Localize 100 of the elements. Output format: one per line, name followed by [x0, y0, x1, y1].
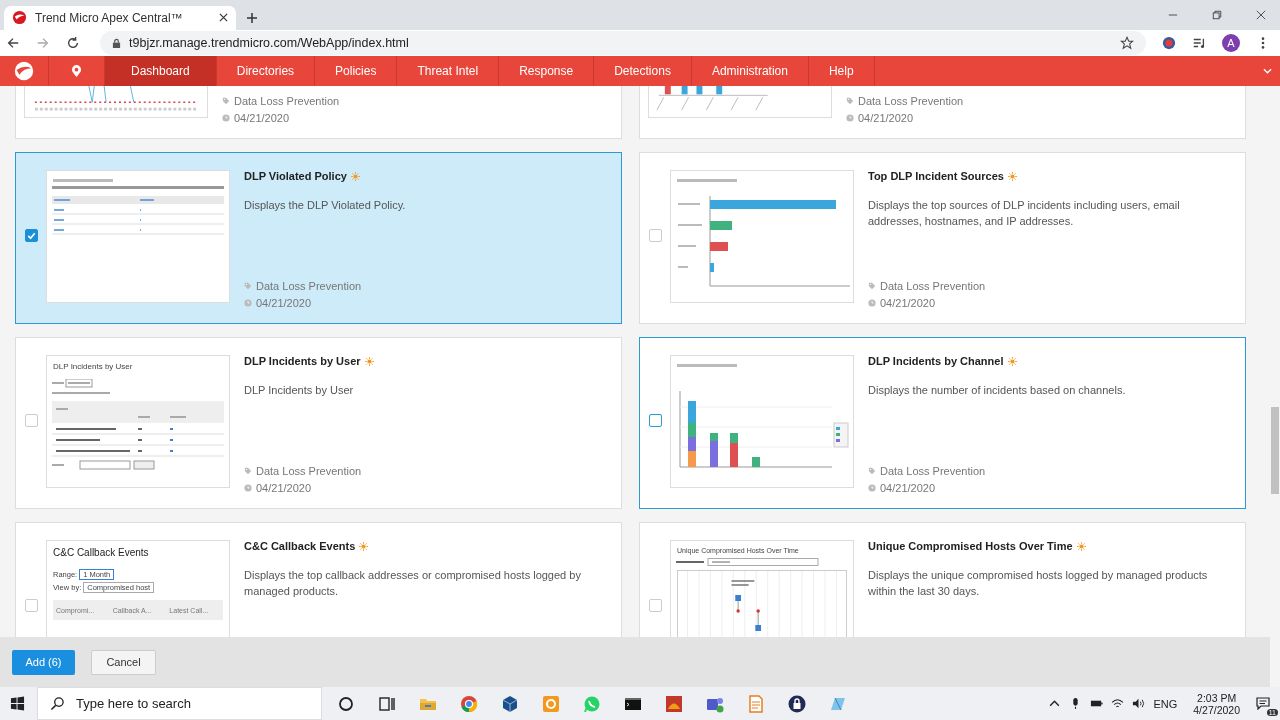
widget-card[interactable]: DLP Incidents by User DLP Incidents by User DLP Incidents by User Data Loss Prevention 04/21/2020	[15, 337, 622, 509]
chrome-browser-icon[interactable]	[459, 693, 479, 714]
speaker-icon[interactable]	[1132, 697, 1146, 710]
title-placeholder-line	[677, 179, 737, 182]
date-label: 04/21/2020	[256, 482, 312, 494]
nav-tab[interactable]: Dashboard	[105, 56, 217, 86]
checkbox[interactable]	[25, 414, 38, 427]
profile-avatar[interactable]: A	[1222, 34, 1240, 52]
logo-icon[interactable]	[13, 60, 35, 83]
url-text: t9bjzr.manage.trendmicro.com/WebApp/index.html	[129, 36, 409, 50]
widget-card[interactable]: Top DLP Incident Sources Displays the top sources of DLP incidents including users, email addresses, hostnames, and IP addresses. Data Loss Prevention 04/21/2020	[639, 152, 1246, 324]
notification-icon[interactable]	[1256, 695, 1270, 710]
category-label: Data Loss Prevention	[880, 280, 986, 292]
cube-icon[interactable]	[500, 693, 520, 714]
date-label: 04/21/2020	[880, 297, 936, 309]
widget-description: Displays the DLP Violated Policy.	[244, 198, 407, 213]
widget-description: Displays the unique compromised hosts logged by managed products within the last 30 days.	[868, 568, 1209, 599]
close-icon[interactable]	[219, 13, 228, 23]
widget-card[interactable]: DLP Incidents by Channel Displays the number of incidents based on channels. Data Loss Prevention 04/21/2020	[639, 337, 1246, 509]
widget-card[interactable]: Data Loss Prevention 04/21/2020	[15, 86, 622, 139]
chevron-down-icon[interactable]	[1263, 68, 1272, 75]
cancel-button[interactable]: Cancel	[91, 649, 156, 675]
clock-icon	[244, 484, 252, 492]
category-label: Data Loss Prevention	[234, 95, 340, 107]
category-label: Data Loss Prevention	[880, 465, 986, 477]
back-icon[interactable]	[6, 36, 20, 50]
sun-icon	[359, 541, 369, 551]
tab-title: Trend Micro Apex Central™	[35, 10, 184, 25]
bookmark-star-icon[interactable]	[1120, 36, 1134, 50]
address-field[interactable]: t9bjzr.manage.trendmicro.com/WebApp/index.html	[100, 31, 1146, 55]
date-label: 04/21/2020	[880, 482, 936, 494]
close-icon[interactable]	[1256, 9, 1266, 20]
widget-title: Top DLP Incident Sources	[868, 170, 1004, 182]
widget-title: Unique Compromised Hosts Over Time	[868, 540, 1073, 552]
tag-icon	[222, 97, 230, 105]
tag-icon	[868, 282, 876, 290]
windows-start-icon[interactable]	[10, 696, 25, 711]
extension-icon[interactable]	[1162, 36, 1176, 50]
lock-icon	[112, 37, 121, 49]
chart-bar	[710, 263, 714, 272]
tag-icon	[244, 282, 252, 290]
sun-icon	[350, 171, 360, 181]
tag-icon	[868, 467, 876, 475]
clock-icon	[868, 299, 876, 307]
browser-tab[interactable]: Trend Micro Apex Central™	[4, 5, 236, 30]
add-button[interactable]: Add (6)	[12, 649, 75, 675]
widget-card[interactable]: Data Loss Prevention 04/21/2020	[639, 86, 1246, 139]
category-label: Data Loss Prevention	[858, 95, 964, 107]
chart-bar	[710, 242, 728, 251]
restore-icon[interactable]	[1212, 9, 1222, 20]
chart-legend	[833, 422, 849, 448]
widget-description: DLP Incidents by User	[244, 383, 355, 398]
clock-date[interactable]: 4/27/2020	[1193, 703, 1240, 716]
tag-icon	[846, 97, 854, 105]
checkbox[interactable]	[649, 414, 662, 427]
date-label: 04/21/2020	[256, 297, 312, 309]
checkbox[interactable]	[25, 229, 38, 242]
chart-bar	[710, 221, 732, 230]
category-label: Data Loss Prevention	[256, 465, 362, 477]
clock-icon	[222, 114, 230, 122]
date-label: 04/21/2020	[234, 112, 290, 124]
reload-icon[interactable]	[66, 36, 80, 50]
widget-card[interactable]: DLP Violated Policy Displays the DLP Violated Policy. Data Loss Prevention 04/21/2020	[15, 152, 622, 324]
widget-description: Displays the number of incidents based on channels.	[868, 383, 1127, 398]
preview-title: C&C Callback Events	[52, 546, 150, 560]
stacked-bar	[710, 433, 718, 467]
padlock-icon[interactable]	[787, 693, 807, 714]
sun-icon	[1007, 171, 1017, 181]
stacked-bar	[730, 433, 738, 467]
widget-title: DLP Incidents by User	[244, 355, 361, 367]
checkbox[interactable]	[649, 599, 662, 612]
widget-title: C&C Callback Events	[244, 540, 356, 552]
sun-icon	[364, 356, 374, 366]
logo-icon	[12, 10, 27, 26]
category-label: Data Loss Prevention	[256, 280, 362, 292]
title-placeholder-line	[677, 364, 737, 367]
label-placeholder-lines	[677, 203, 703, 268]
clock-time[interactable]: 2:03 PM	[1197, 691, 1237, 704]
search-icon	[50, 696, 65, 711]
location-pin-icon[interactable]	[71, 64, 82, 78]
checkbox[interactable]	[25, 599, 38, 612]
checkbox[interactable]	[649, 229, 662, 242]
preview-title: DLP Incidents by User	[52, 361, 134, 373]
sun-icon	[1076, 541, 1086, 551]
media-list-icon[interactable]	[1192, 36, 1206, 50]
stacked-bar	[688, 401, 696, 467]
date-label: 04/21/2020	[858, 112, 914, 124]
taskbar-search-field[interactable]: Type here to search	[37, 687, 322, 720]
flame-app-icon[interactable]	[664, 693, 684, 714]
widget-title: DLP Incidents by Channel	[868, 355, 1004, 367]
wifi-icon[interactable]	[1111, 697, 1125, 710]
language-indicator[interactable]: ENG	[1153, 697, 1178, 710]
tag-icon	[244, 467, 252, 475]
widget-description: Displays the top sources of DLP incidents including users, email addresses, hostnames, and IP addresses.	[868, 198, 1181, 229]
sun-icon	[1007, 356, 1017, 366]
new-tab-icon[interactable]	[246, 11, 258, 24]
widget-description: Displays the top callback addresses or compromised hosts logged by managed products.	[244, 568, 582, 599]
clock-icon	[244, 299, 252, 307]
clock-icon	[846, 114, 854, 122]
widget-title: DLP Violated Policy	[244, 170, 347, 182]
